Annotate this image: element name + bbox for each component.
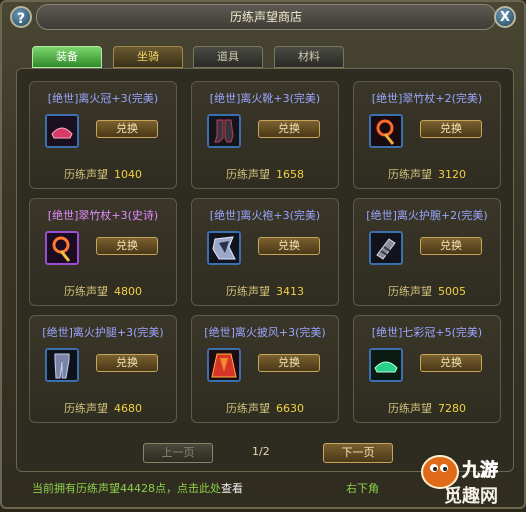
exchange-button[interactable]: 兑换 — [258, 120, 320, 138]
view-link[interactable]: 查看 — [221, 482, 243, 495]
price-value: 3120 — [438, 168, 466, 181]
price-value: 1658 — [276, 168, 304, 181]
bracer-icon[interactable] — [369, 231, 403, 265]
exchange-button[interactable]: 兑换 — [96, 120, 158, 138]
item-card: [绝世]离火袍+3(完美) 兑换 历练声望 3413 — [191, 198, 339, 306]
svg-text:九游: 九游 — [461, 459, 498, 481]
shop-window: ? 历练声望商店 X 装备 坐骑 道具 材料 [绝世]离火冠+3(完美) 兑换 … — [0, 0, 526, 509]
exchange-button[interactable]: 兑换 — [96, 354, 158, 372]
reputation-status: 当前拥有历练声望44428点，点击此处查看 — [32, 480, 243, 496]
item-name: [绝世]离火冠+3(完美) — [47, 92, 159, 105]
exchange-button[interactable]: 兑换 — [420, 120, 482, 138]
item-card: [绝世]翠竹杖+2(完美) 兑换 历练声望 3120 — [353, 81, 501, 189]
robe-icon[interactable] — [207, 231, 241, 265]
tab-mount[interactable]: 坐骑 — [113, 46, 183, 68]
exchange-button[interactable]: 兑换 — [258, 237, 320, 255]
currency-label: 历练声望 — [226, 402, 270, 415]
status-text: 当前拥有历练声望44428点，点击此处 — [32, 482, 221, 495]
window-title: 历练声望商店 — [36, 4, 496, 30]
tab-equipment[interactable]: 装备 — [32, 46, 102, 68]
watermark-logo: 九游 觅趣网 — [414, 442, 524, 508]
item-name: [绝世]离火护腕+2(完美) — [366, 209, 488, 222]
close-button[interactable]: X — [494, 6, 516, 28]
boots-icon[interactable] — [207, 114, 241, 148]
next-page-button[interactable]: 下一页 — [323, 443, 393, 463]
currency-label: 历练声望 — [388, 285, 432, 298]
item-name: [绝世]翠竹杖+2(完美) — [371, 92, 483, 105]
leggings-icon[interactable] — [45, 348, 79, 382]
cape-icon[interactable] — [207, 348, 241, 382]
item-name: [绝世]七彩冠+5(完美) — [371, 326, 483, 339]
price-value: 4800 — [114, 285, 142, 298]
item-card: [绝世]离火靴+3(完美) 兑换 历练声望 1658 — [191, 81, 339, 189]
price-value: 6630 — [276, 402, 304, 415]
exchange-button[interactable]: 兑换 — [258, 354, 320, 372]
crown-icon[interactable] — [45, 114, 79, 148]
item-grid-panel: [绝世]离火冠+3(完美) 兑换 历练声望 1040 [绝世]离火靴+3(完美) … — [16, 68, 514, 472]
item-card: [绝世]离火护腕+2(完美) 兑换 历练声望 5005 — [353, 198, 501, 306]
exchange-button[interactable]: 兑换 — [96, 237, 158, 255]
price-value: 3413 — [276, 285, 304, 298]
item-card: [绝世]翠竹杖+3(史诗) 兑换 历练声望 4800 — [29, 198, 177, 306]
staff-icon[interactable] — [369, 114, 403, 148]
currency-label: 历练声望 — [64, 168, 108, 181]
item-name: [绝世]离火袍+3(完美) — [209, 209, 321, 222]
exchange-button[interactable]: 兑换 — [420, 237, 482, 255]
crown-icon[interactable] — [369, 348, 403, 382]
currency-label: 历练声望 — [226, 285, 270, 298]
item-name: [绝世]离火披风+3(完美) — [204, 326, 326, 339]
currency-label: 历练声望 — [388, 168, 432, 181]
prev-page-button[interactable]: 上一页 — [143, 443, 213, 463]
tab-materials[interactable]: 材料 — [274, 46, 344, 68]
price-value: 4680 — [114, 402, 142, 415]
item-name: [绝世]离火护腿+3(完美) — [42, 326, 164, 339]
currency-label: 历练声望 — [64, 285, 108, 298]
staff-icon[interactable] — [45, 231, 79, 265]
item-name: [绝世]离火靴+3(完美) — [209, 92, 321, 105]
item-card: [绝世]离火护腿+3(完美) 兑换 历练声望 4680 — [29, 315, 177, 423]
svg-text:觅趣网: 觅趣网 — [444, 486, 498, 507]
price-value: 5005 — [438, 285, 466, 298]
tab-props[interactable]: 道具 — [193, 46, 263, 68]
exchange-button[interactable]: 兑换 — [420, 354, 482, 372]
item-card: [绝世]七彩冠+5(完美) 兑换 历练声望 7280 — [353, 315, 501, 423]
price-value: 7280 — [438, 402, 466, 415]
item-card: [绝世]离火冠+3(完美) 兑换 历练声望 1040 — [29, 81, 177, 189]
item-name: [绝世]翠竹杖+3(史诗) — [47, 209, 159, 222]
currency-label: 历练声望 — [388, 402, 432, 415]
item-card: [绝世]离火披风+3(完美) 兑换 历练声望 6630 — [191, 315, 339, 423]
price-value: 1040 — [114, 168, 142, 181]
hint-text: 右下角 — [346, 482, 379, 495]
currency-label: 历练声望 — [226, 168, 270, 181]
currency-label: 历练声望 — [64, 402, 108, 415]
help-button[interactable]: ? — [10, 6, 32, 28]
page-indicator: 1/2 — [252, 445, 270, 458]
